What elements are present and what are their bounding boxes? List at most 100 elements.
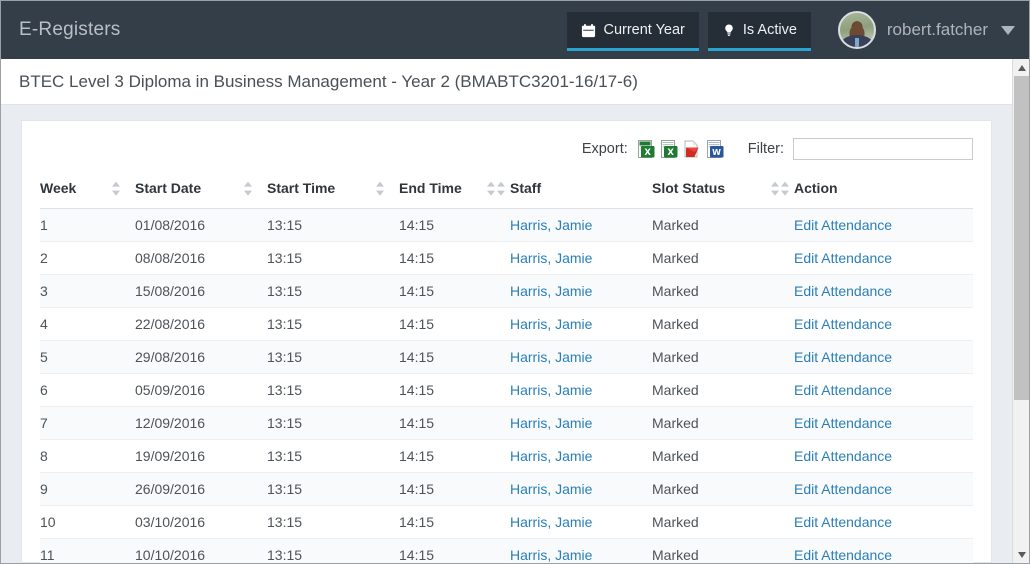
column-header-slot-status-label: Slot Status [652, 180, 725, 196]
word-export-icon[interactable]: W [707, 140, 724, 158]
week-cell: 9 [40, 473, 135, 506]
sort-arrows-icon[interactable] [376, 182, 385, 196]
week-cell: 3 [40, 275, 135, 308]
staff-cell: Harris, Jamie [510, 473, 652, 506]
scroll-up-button[interactable] [1013, 59, 1030, 76]
column-header-staff-label: Staff [510, 180, 541, 196]
table-row: 529/08/201613:1514:15Harris, JamieMarked… [40, 341, 973, 374]
staff-link[interactable]: Harris, Jamie [510, 250, 592, 266]
edit-attendance-link[interactable]: Edit Attendance [794, 547, 892, 563]
staff-link[interactable]: Harris, Jamie [510, 481, 592, 497]
start-date-cell: 03/10/2016 [135, 506, 267, 539]
staff-link[interactable]: Harris, Jamie [510, 547, 592, 563]
page-body: Export: X [1, 106, 1012, 563]
sort-arrows-icon[interactable] [781, 182, 790, 196]
filter-group: Filter: [748, 138, 973, 160]
start-time-cell: 13:15 [267, 308, 399, 341]
end-time-cell: 14:15 [399, 506, 510, 539]
lightbulb-icon [722, 23, 736, 38]
week-cell: 5 [40, 341, 135, 374]
table-row: 208/08/201613:1514:15Harris, JamieMarked… [40, 242, 973, 275]
start-time-cell: 13:15 [267, 407, 399, 440]
user-menu[interactable]: robert.fatcher [838, 11, 1015, 49]
column-header-action[interactable]: Action [794, 172, 973, 209]
table-row: 1110/10/201613:1514:15Harris, JamieMarke… [40, 539, 973, 564]
end-time-cell: 14:15 [399, 341, 510, 374]
sort-arrows-icon[interactable] [112, 182, 121, 196]
action-cell: Edit Attendance [794, 209, 973, 242]
edit-attendance-link[interactable]: Edit Attendance [794, 514, 892, 530]
edit-attendance-link[interactable]: Edit Attendance [794, 415, 892, 431]
staff-cell: Harris, Jamie [510, 440, 652, 473]
tab-current-year-label: Current Year [603, 22, 684, 38]
edit-attendance-link[interactable]: Edit Attendance [794, 382, 892, 398]
edit-attendance-link[interactable]: Edit Attendance [794, 316, 892, 332]
tab-current-year[interactable]: Current Year [567, 12, 698, 48]
filter-input[interactable] [793, 138, 973, 160]
action-cell: Edit Attendance [794, 506, 973, 539]
end-time-cell: 14:15 [399, 440, 510, 473]
start-date-cell: 08/08/2016 [135, 242, 267, 275]
staff-link[interactable]: Harris, Jamie [510, 514, 592, 530]
staff-link[interactable]: Harris, Jamie [510, 217, 592, 233]
staff-cell: Harris, Jamie [510, 539, 652, 564]
start-date-cell: 12/09/2016 [135, 407, 267, 440]
edit-attendance-link[interactable]: Edit Attendance [794, 349, 892, 365]
slot-status-cell: Marked [652, 209, 794, 242]
staff-cell: Harris, Jamie [510, 407, 652, 440]
scrollbar-thumb[interactable] [1014, 76, 1029, 400]
week-cell: 11 [40, 539, 135, 564]
table-row: 315/08/201613:1514:15Harris, JamieMarked… [40, 275, 973, 308]
staff-link[interactable]: Harris, Jamie [510, 382, 592, 398]
navbar-tab-group: Current Year Is Active [567, 1, 819, 59]
sort-arrows-icon[interactable] [244, 182, 253, 196]
staff-link[interactable]: Harris, Jamie [510, 349, 592, 365]
slot-status-cell: Marked [652, 473, 794, 506]
csv-export-icon[interactable]: X [638, 140, 655, 158]
chevron-down-icon[interactable] [1001, 26, 1015, 35]
end-time-cell: 14:15 [399, 275, 510, 308]
action-cell: Edit Attendance [794, 473, 973, 506]
edit-attendance-link[interactable]: Edit Attendance [794, 217, 892, 233]
slot-status-cell: Marked [652, 506, 794, 539]
sort-arrows-icon[interactable] [487, 182, 496, 196]
start-date-cell: 15/08/2016 [135, 275, 267, 308]
column-header-slot-status[interactable]: Slot Status [652, 172, 794, 209]
staff-link[interactable]: Harris, Jamie [510, 283, 592, 299]
action-cell: Edit Attendance [794, 374, 973, 407]
edit-attendance-link[interactable]: Edit Attendance [794, 283, 892, 299]
column-header-end-time[interactable]: End Time [399, 172, 510, 209]
pdf-export-icon[interactable] [684, 140, 701, 158]
page-title-bar: BTEC Level 3 Diploma in Business Managem… [1, 59, 1029, 105]
start-time-cell: 13:15 [267, 209, 399, 242]
tab-is-active[interactable]: Is Active [708, 12, 811, 48]
column-header-action-label: Action [794, 180, 838, 196]
vertical-scrollbar[interactable] [1012, 59, 1029, 563]
table-row: 712/09/201613:1514:15Harris, JamieMarked… [40, 407, 973, 440]
edit-attendance-link[interactable]: Edit Attendance [794, 481, 892, 497]
start-time-cell: 13:15 [267, 374, 399, 407]
excel-export-icon[interactable]: X [661, 140, 678, 158]
staff-link[interactable]: Harris, Jamie [510, 415, 592, 431]
staff-link[interactable]: Harris, Jamie [510, 316, 592, 332]
staff-link[interactable]: Harris, Jamie [510, 448, 592, 464]
table-header: Week Start Date Start Time End Time [40, 172, 973, 209]
column-header-start-time-label: Start Time [267, 180, 335, 196]
action-cell: Edit Attendance [794, 242, 973, 275]
application-window: E-Registers Current Year [0, 0, 1030, 564]
sort-arrows-icon[interactable] [771, 182, 780, 196]
column-header-week[interactable]: Week [40, 172, 135, 209]
start-time-cell: 13:15 [267, 341, 399, 374]
scrollbar-track[interactable] [1013, 76, 1030, 546]
column-header-start-time[interactable]: Start Time [267, 172, 399, 209]
end-time-cell: 14:15 [399, 242, 510, 275]
edit-attendance-link[interactable]: Edit Attendance [794, 250, 892, 266]
sort-arrows-icon[interactable] [497, 182, 506, 196]
column-header-staff[interactable]: Staff [510, 172, 652, 209]
scroll-down-button[interactable] [1013, 546, 1030, 563]
start-time-cell: 13:15 [267, 440, 399, 473]
column-header-start-date[interactable]: Start Date [135, 172, 267, 209]
edit-attendance-link[interactable]: Edit Attendance [794, 448, 892, 464]
slot-status-cell: Marked [652, 341, 794, 374]
app-brand-title: E-Registers [19, 19, 120, 41]
